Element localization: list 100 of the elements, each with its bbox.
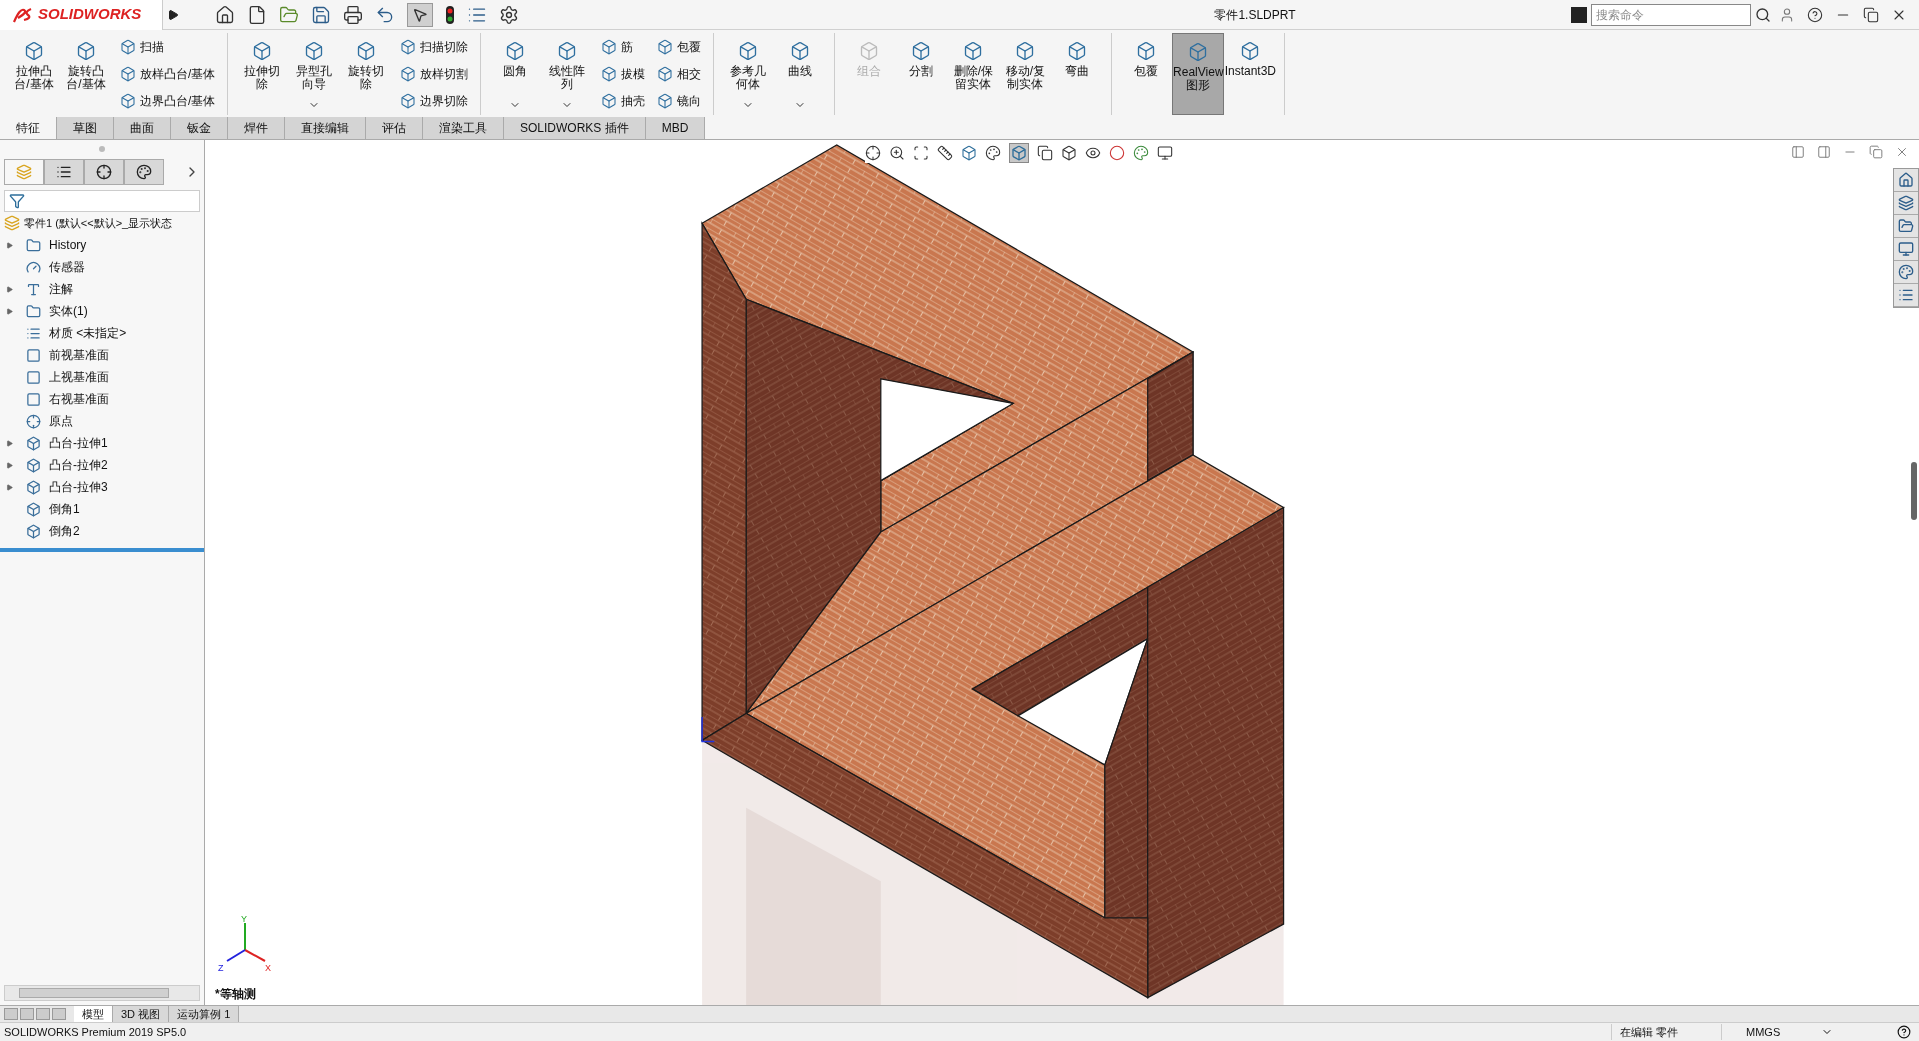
select-button[interactable] — [407, 2, 433, 27]
tree-item[interactable]: 原点 — [0, 410, 204, 432]
cube-icon[interactable] — [961, 145, 977, 161]
ribbon-button[interactable]: 旋转凸台/基体 — [60, 33, 112, 115]
ribbon-button[interactable]: 弯曲 — [1051, 33, 1104, 115]
command-tab[interactable]: 钣金 — [171, 117, 228, 139]
user-icon[interactable] — [1779, 6, 1795, 23]
ribbon-button[interactable]: 放样凸台/基体 — [116, 65, 220, 83]
command-tab[interactable]: 渲染工具 — [423, 117, 504, 139]
ribbon-button[interactable]: 移动/复制实体 — [999, 33, 1052, 115]
ribbon-button[interactable]: 异型孔向导 — [288, 33, 341, 115]
panel-right-icon[interactable] — [1817, 145, 1831, 159]
properties-icon[interactable] — [1898, 287, 1914, 303]
appearance-icon[interactable] — [985, 145, 1001, 161]
panel-left-icon[interactable] — [1791, 145, 1805, 159]
expand-arrow-icon[interactable] — [6, 439, 13, 447]
ribbon-button[interactable]: 拔模 — [597, 65, 650, 83]
tree-item[interactable]: 凸台-拉伸1 — [0, 432, 204, 454]
eye-icon[interactable] — [1085, 145, 1101, 161]
command-tab[interactable]: 曲面 — [114, 117, 171, 139]
tree-item[interactable]: 前视基准面 — [0, 344, 204, 366]
filter-icon[interactable] — [9, 193, 25, 209]
splitter-handle[interactable] — [99, 146, 105, 152]
tree-item[interactable]: 上视基准面 — [0, 366, 204, 388]
ribbon-button[interactable]: 镜向 — [653, 92, 706, 111]
panel-tab[interactable] — [44, 159, 84, 185]
tree-item[interactable]: 凸台-拉伸3 — [0, 476, 204, 498]
ribbon-button[interactable]: 删除/保留实体 — [947, 33, 1000, 115]
section-icon[interactable] — [937, 145, 953, 161]
sphere-icon[interactable] — [1109, 145, 1125, 161]
tree-item[interactable]: 右视基准面 — [0, 388, 204, 410]
settings-icon[interactable] — [499, 4, 519, 25]
home-icon[interactable] — [215, 4, 235, 25]
ribbon-button[interactable]: 边界切除 — [396, 92, 473, 111]
tree-item[interactable]: 凸台-拉伸2 — [0, 454, 204, 476]
new-file-icon[interactable] — [247, 4, 267, 25]
ribbon-button[interactable]: 拉伸切除 — [236, 33, 289, 115]
bottom-tab[interactable]: 运动算例 1 — [169, 1005, 240, 1023]
command-tab[interactable]: SOLIDWORKS 插件 — [504, 117, 646, 139]
library-icon[interactable] — [1898, 195, 1914, 211]
ribbon-button[interactable]: 拉伸凸台/基体 — [8, 33, 60, 115]
units-button[interactable]: MMGS — [1721, 1023, 1821, 1041]
help-icon[interactable] — [1807, 6, 1823, 23]
help-icon[interactable] — [1897, 1025, 1911, 1039]
monitor-icon[interactable] — [1157, 145, 1173, 161]
ribbon-button[interactable]: 相交 — [653, 65, 706, 83]
expand-arrow-icon[interactable] — [6, 307, 13, 315]
search-field[interactable]: 搜索命令 — [1591, 3, 1751, 26]
ribbon-button[interactable]: 边界凸台/基体 — [116, 92, 220, 111]
expand-arrow-icon[interactable] — [6, 461, 13, 469]
ribbon-button[interactable]: 线性阵列 — [541, 33, 594, 115]
ribbon-button[interactable]: 包覆 — [1120, 33, 1173, 115]
print-icon[interactable] — [343, 4, 363, 25]
tree-item[interactable]: 实体(1) — [0, 300, 204, 322]
expand-arrow-icon[interactable] — [6, 483, 13, 491]
open-folder-icon[interactable] — [279, 4, 299, 25]
panel-tab[interactable] — [84, 159, 124, 185]
ribbon-button[interactable]: 放样切割 — [396, 65, 473, 83]
tree-item[interactable]: History — [0, 234, 204, 256]
appearance-icon[interactable] — [1898, 264, 1914, 280]
cube-icon[interactable] — [1061, 145, 1077, 161]
command-tab[interactable]: 评估 — [366, 117, 423, 139]
ribbon-button[interactable]: 参考几何体 — [722, 33, 775, 115]
expand-arrow-icon[interactable] — [6, 241, 13, 249]
ribbon-button[interactable]: RealView 图形 — [1172, 33, 1225, 115]
ribbon-button[interactable]: 旋转切除 — [340, 33, 393, 115]
ribbon-button[interactable]: 曲线 — [774, 33, 827, 115]
tree-item[interactable]: 倒角1 — [0, 498, 204, 520]
ribbon-button[interactable]: 分割 — [895, 33, 948, 115]
tree-item[interactable]: 材质 <未指定> — [0, 322, 204, 344]
horizontal-scrollbar[interactable] — [4, 985, 200, 1001]
ribbon-button[interactable]: 包覆 — [653, 37, 706, 56]
bottom-tab[interactable]: 模型 — [74, 1005, 113, 1023]
ribbon-button[interactable]: Instant3D — [1224, 33, 1277, 115]
display-style-button[interactable] — [1009, 143, 1029, 163]
ribbon-button[interactable]: 抽壳 — [597, 92, 650, 111]
tree-item[interactable]: 传感器 — [0, 256, 204, 278]
scrollbar-thumb[interactable] — [19, 988, 169, 998]
axes-icon[interactable] — [865, 145, 881, 161]
panel-tab[interactable] — [124, 159, 164, 185]
tree-root[interactable]: 零件1 (默认<<默认>_显示状态 — [0, 212, 204, 234]
command-tab[interactable]: 直接编辑 — [285, 117, 366, 139]
app-logo[interactable]: SOLIDWORKS — [0, 0, 163, 30]
expand-menu-icon[interactable] — [167, 8, 179, 21]
command-tab[interactable]: 焊件 — [228, 117, 285, 139]
save-icon[interactable] — [311, 4, 331, 25]
zoom-icon[interactable] — [889, 145, 905, 161]
restore-icon[interactable] — [1863, 6, 1879, 23]
view-palette-icon[interactable] — [1898, 241, 1914, 257]
command-tab[interactable]: MBD — [645, 117, 706, 139]
folder-icon[interactable] — [1898, 218, 1914, 234]
zoom-area-icon[interactable] — [913, 145, 929, 161]
command-tab[interactable]: 草图 — [57, 117, 114, 139]
ribbon-button[interactable]: 扫描 — [116, 37, 220, 56]
tree-item[interactable]: 注解 — [0, 278, 204, 300]
search-icon[interactable] — [1755, 6, 1771, 23]
traffic-light-icon[interactable] — [445, 4, 455, 25]
expand-arrow-icon[interactable] — [6, 285, 13, 293]
tree-item[interactable]: 倒角2 — [0, 520, 204, 542]
ribbon-button[interactable]: 扫描切除 — [396, 37, 473, 56]
